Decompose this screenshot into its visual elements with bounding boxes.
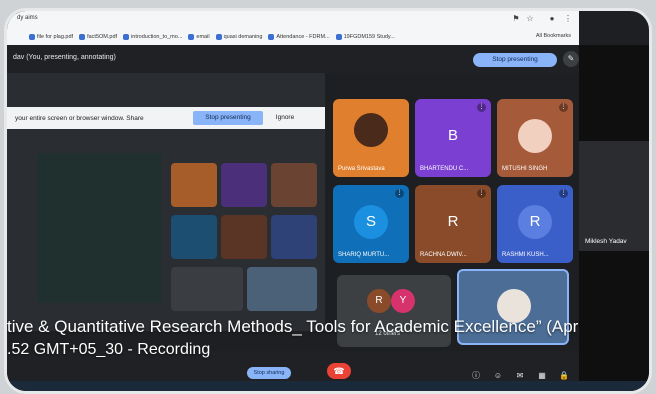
annotate-icon[interactable]: ✎ — [563, 51, 579, 67]
preview-tile — [271, 215, 317, 259]
options-icon[interactable]: ⋮ — [477, 103, 486, 112]
kebab-menu-icon[interactable]: ⋮ — [563, 14, 573, 24]
participant-photo — [518, 119, 552, 153]
ignore-button[interactable]: Ignore — [269, 111, 301, 125]
preview-tile — [271, 163, 317, 207]
participant-avatar: R — [518, 205, 552, 239]
globe-icon — [123, 34, 130, 40]
participant-tile[interactable]: ⋮ R RACHNA DWIV... — [415, 185, 491, 263]
options-icon[interactable]: ⋮ — [559, 189, 568, 198]
recording-title: tive & Quantitative Research Methods_ To… — [7, 317, 579, 336]
star-icon[interactable]: ☆ — [525, 14, 535, 24]
participant-avatar: R — [367, 289, 391, 313]
preview-tile — [247, 267, 317, 311]
recording-subtitle: .52 GMT+05_30 - Recording — [7, 341, 211, 358]
participant-avatar: Y — [391, 289, 415, 313]
stop-presenting-button[interactable]: Stop presenting — [473, 53, 557, 67]
forms-icon — [268, 34, 275, 40]
meet-header: dav (You, presenting, annotating) Stop p… — [7, 45, 649, 73]
participant-name: Miklesh Yadav — [585, 238, 627, 245]
participant-tile[interactable]: ⋮ R RASHMI KUSH... — [497, 185, 573, 263]
participant-name: RASHMI KUSH... — [502, 252, 549, 258]
participant-name: Purwa Srivastava — [338, 166, 385, 172]
participant-name: SHARIQ MURTU... — [338, 252, 390, 258]
options-icon[interactable]: ⋮ — [559, 103, 568, 112]
profile-icon[interactable]: ● — [547, 14, 557, 24]
translate-icon[interactable]: ⚑ — [511, 14, 521, 24]
stop-sharing-button[interactable]: Stop sharing — [247, 367, 291, 379]
browser-bar: dy aims ⚑ ☆ ● ⋮ file for plag.pdf fact5O… — [7, 11, 579, 45]
presenter-status: dav (You, presenting, annotating) — [13, 54, 116, 61]
side-participant-tile[interactable]: Miklesh Yadav — [579, 141, 649, 251]
pdf-icon — [335, 34, 342, 40]
pdf-icon — [79, 34, 86, 40]
preview-tile — [221, 215, 267, 259]
bookmark-item[interactable]: file for plag.pdf — [29, 34, 73, 40]
os-taskbar — [7, 381, 649, 391]
preview-tile — [221, 163, 267, 207]
bookmark-item[interactable]: 19FGDM159 Study... — [335, 34, 395, 40]
share-stop-button[interactable]: Stop presenting — [193, 111, 263, 125]
share-banner: your entire screen or browser window. Sh… — [7, 107, 325, 129]
bookmark-item[interactable]: introduction_to_mo... — [123, 34, 182, 40]
options-icon[interactable]: ⋮ — [477, 189, 486, 198]
participant-tile[interactable]: ⋮ S SHARIQ MURTU... — [333, 185, 409, 263]
shared-screen-preview: your entire screen or browser window. Sh… — [7, 73, 325, 331]
participant-photo — [354, 113, 388, 147]
bookmark-item[interactable]: Attendance - FDRM... — [268, 34, 330, 40]
bookmark-item[interactable]: email — [188, 34, 210, 40]
end-call-button[interactable]: ☎ — [327, 363, 351, 379]
bookmark-item[interactable]: quasi demaning — [215, 34, 262, 40]
participant-avatar: B — [436, 119, 470, 153]
participant-tile[interactable]: ⋮ B BHARTENDU C... — [415, 99, 491, 177]
preview-tile — [171, 163, 217, 207]
participant-name: RACHNA DWIV... — [420, 252, 467, 258]
all-bookmarks-link[interactable]: All Bookmarks — [536, 33, 571, 39]
preview-document — [37, 153, 161, 303]
participant-avatar: S — [354, 205, 388, 239]
globe-icon — [188, 34, 195, 40]
drive-icon — [215, 34, 222, 40]
bookmarks-bar: file for plag.pdf fact5OM.pdf introducti… — [7, 29, 579, 45]
participant-name: MITUSHI SINGH — [502, 166, 548, 172]
pdf-icon — [29, 34, 35, 40]
participant-tile[interactable]: Purwa Srivastava — [333, 99, 409, 177]
screen-frame: dy aims ⚑ ☆ ● ⋮ file for plag.pdf fact5O… — [4, 8, 652, 394]
address-row: dy aims ⚑ ☆ ● ⋮ — [7, 11, 579, 29]
share-prompt-text: your entire screen or browser window. Sh… — [15, 115, 144, 122]
participant-name: BHARTENDU C... — [420, 166, 469, 172]
preview-tile — [171, 267, 243, 311]
bookmark-item[interactable]: fact5OM.pdf — [79, 34, 117, 40]
url-text[interactable]: dy aims — [17, 15, 38, 21]
participant-tile[interactable]: ⋮ MITUSHI SINGH — [497, 99, 573, 177]
options-icon[interactable]: ⋮ — [395, 189, 404, 198]
participant-avatar: R — [436, 205, 470, 239]
preview-tile — [171, 215, 217, 259]
